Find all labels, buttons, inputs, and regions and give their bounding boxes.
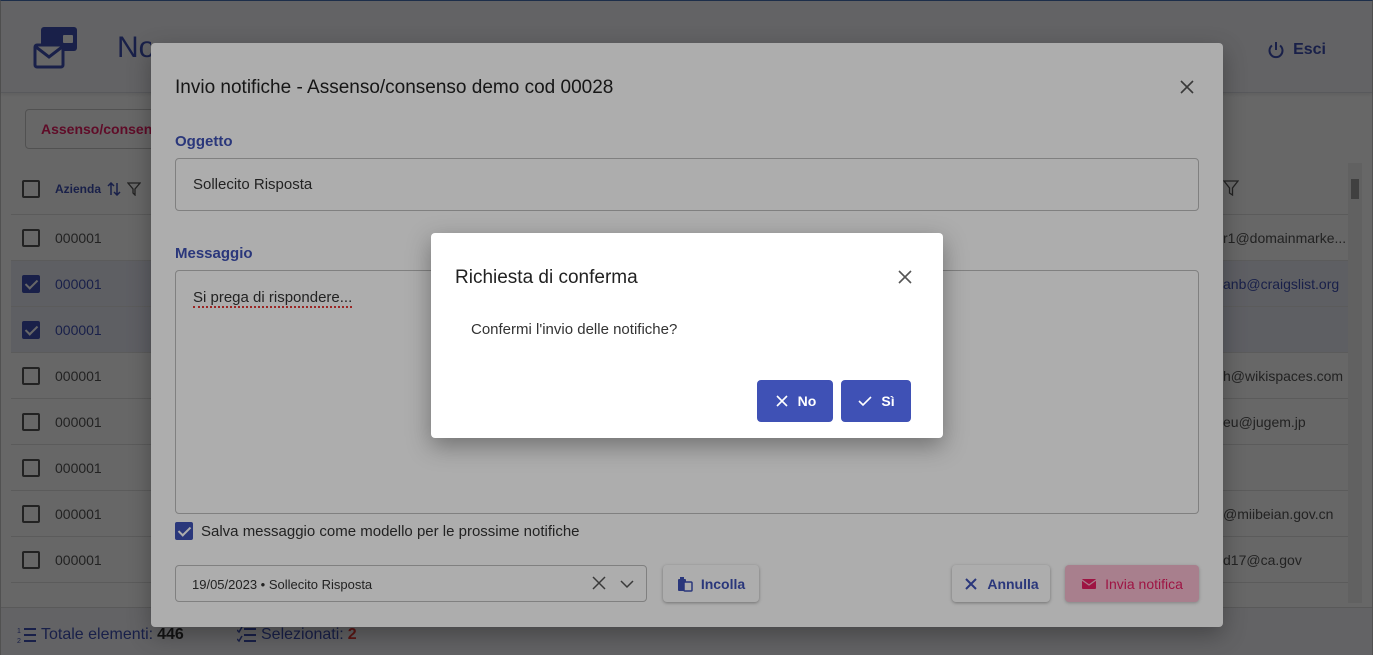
yes-label: Sì <box>881 393 895 409</box>
confirm-title: Richiesta di conferma <box>455 267 638 288</box>
confirm-message: Confermi l'invio delle notifiche? <box>471 321 678 338</box>
confirm-dialog: Richiesta di conferma Confermi l'invio d… <box>431 233 943 438</box>
no-label: No <box>797 393 817 409</box>
close-icon[interactable] <box>897 269 913 285</box>
close-icon <box>776 395 788 407</box>
check-icon <box>858 396 872 407</box>
no-button[interactable]: No <box>757 380 833 422</box>
yes-button[interactable]: Sì <box>841 380 911 422</box>
